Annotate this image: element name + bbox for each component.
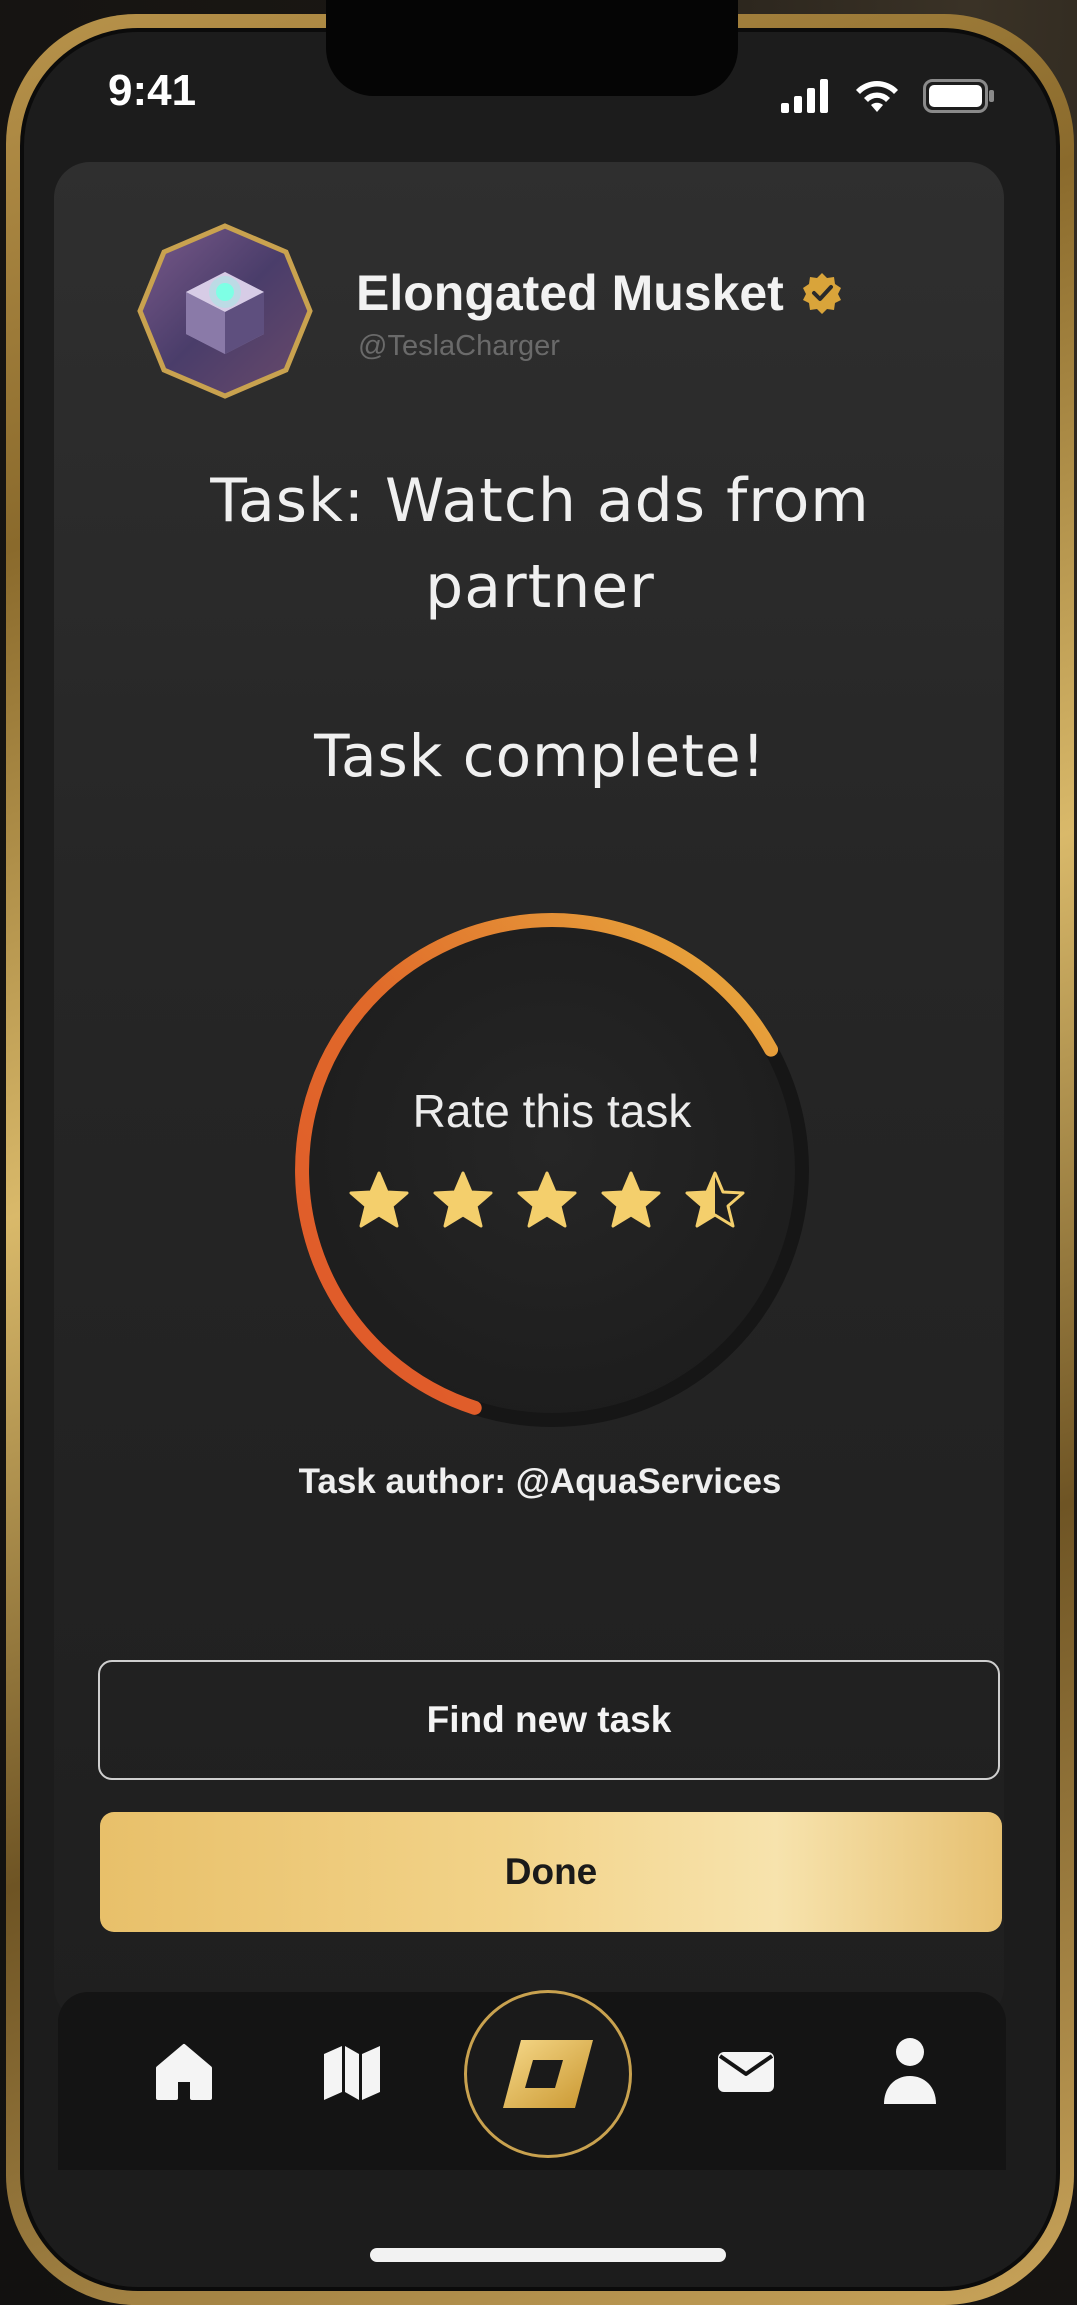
profile-handle: @TeslaCharger [358,330,560,362]
star-filled-icon[interactable] [348,1170,410,1232]
nav-mail[interactable] [710,2036,782,2108]
star-rating[interactable] [348,1170,746,1232]
find-new-task-button[interactable]: Find new task [98,1660,1000,1780]
task-author: Task author: @AquaServices [298,1462,782,1501]
task-title: Task: Watch ads from partner [210,466,870,622]
nav-home[interactable] [148,2036,220,2108]
app-logo-icon [503,2040,593,2108]
home-indicator [370,2248,726,2262]
notch [326,0,738,96]
rating-label: Rate this task [412,1085,692,1137]
mail-icon [718,2052,774,2092]
nav-center-button[interactable] [464,1990,632,2158]
wifi-icon [856,81,898,112]
done-button[interactable]: Done [100,1812,1002,1932]
profile-icon [884,2038,936,2104]
home-icon [156,2044,212,2100]
star-filled-icon[interactable] [432,1170,494,1232]
battery-icon [923,79,994,113]
avatar [137,223,313,399]
star-filled-icon[interactable] [600,1170,662,1232]
nav-profile[interactable] [874,2034,946,2110]
nav-map[interactable] [316,2036,388,2108]
star-filled-icon[interactable] [516,1170,578,1232]
verified-badge-icon [802,273,841,314]
signal-icon [781,79,828,113]
profile-name: Elongated Musket [356,264,844,322]
status-time: 9:41 [108,66,197,115]
status-icons [781,78,995,114]
star-half-icon[interactable] [684,1170,746,1232]
map-icon [324,2046,380,2100]
profile-name-text: Elongated Musket [356,265,784,321]
task-status: Task complete! [314,722,766,790]
